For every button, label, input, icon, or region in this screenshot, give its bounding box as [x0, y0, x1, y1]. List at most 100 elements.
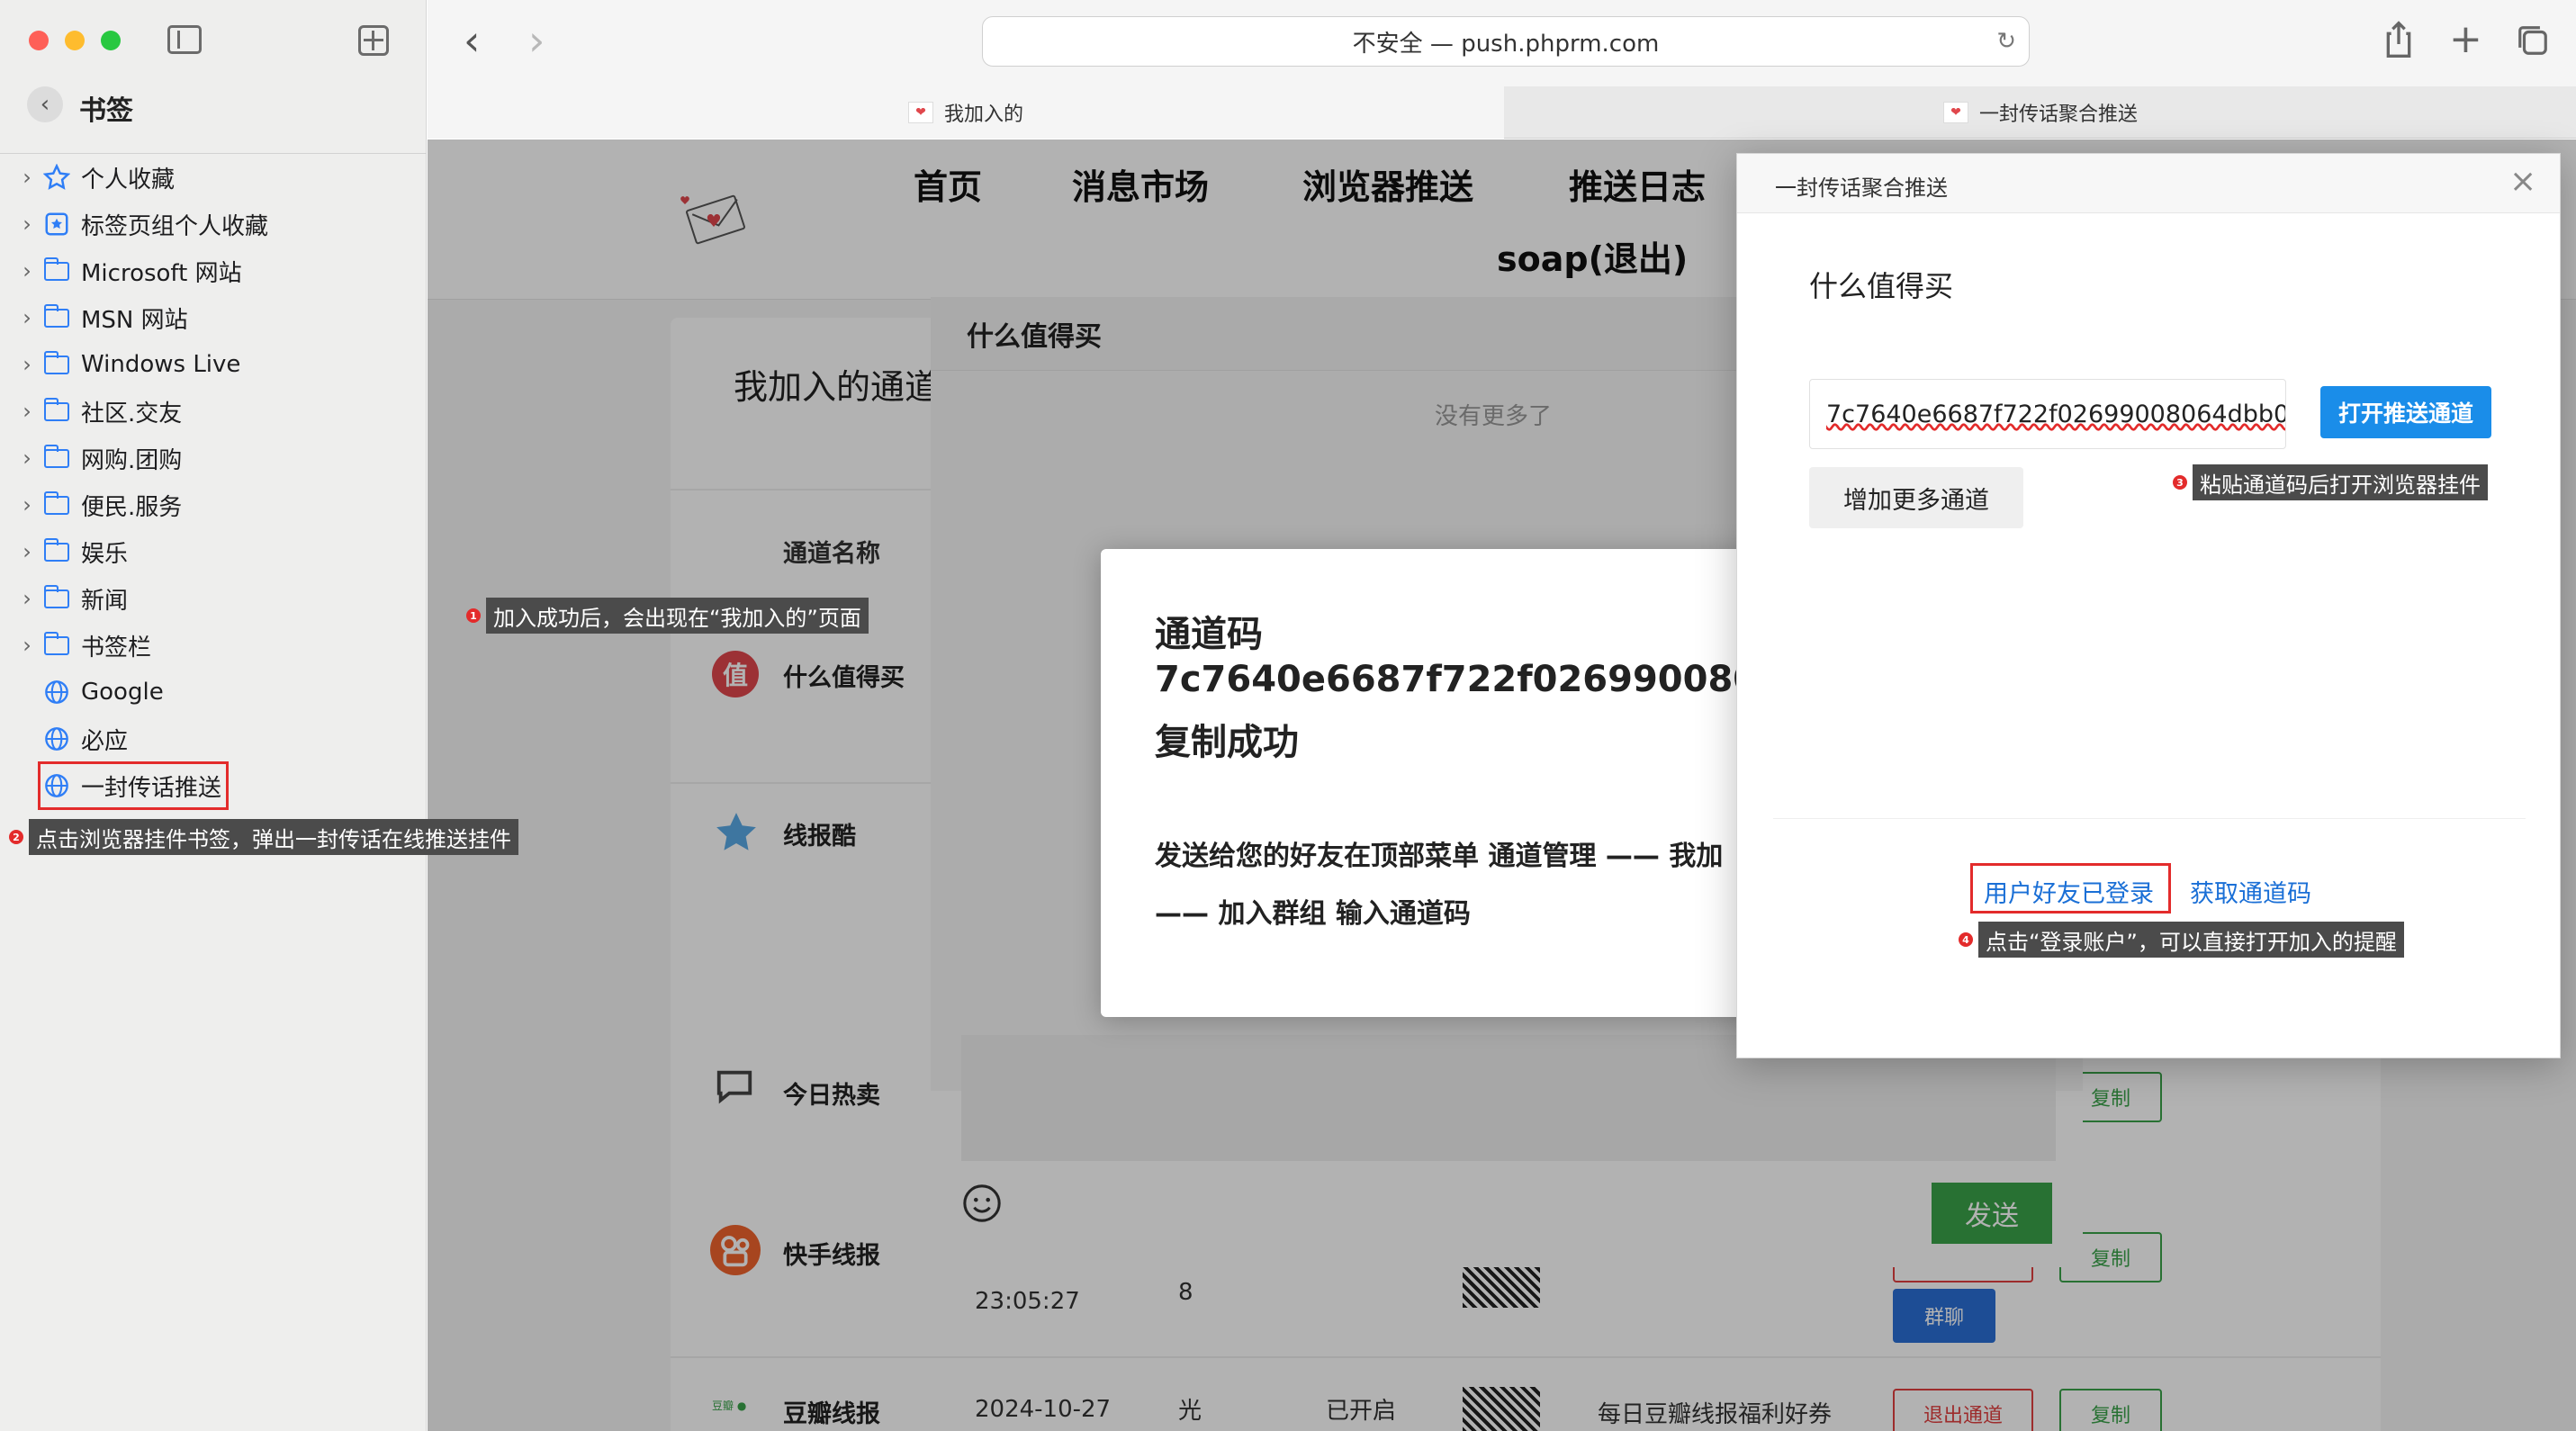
annotation-4: 4 点击“登录账户”，可以直接打开加入的提醒 [1959, 922, 2404, 958]
channel-name: 什么值得买 [1809, 269, 1954, 303]
folder-icon [41, 584, 72, 612]
chevron-right-icon[interactable]: › [18, 305, 36, 330]
close-window-button[interactable] [29, 31, 49, 50]
bookmark-label: Windows Live [81, 351, 241, 378]
bookmark-folder-entertainment[interactable]: › 娱乐 [0, 528, 427, 575]
bookmark-folder-social[interactable]: › 社区.交友 [0, 388, 427, 435]
bookmark-folder-msn[interactable]: › MSN 网站 [0, 294, 427, 341]
bookmark-label: 个人收藏 [81, 166, 176, 194]
bookmark-label: 必应 [81, 727, 129, 755]
chevron-right-icon[interactable]: › [18, 446, 36, 471]
bookmark-bing[interactable]: 必应 [0, 716, 427, 762]
sidebar-title: 书签 [79, 95, 133, 127]
chevron-right-icon[interactable]: › [18, 212, 36, 237]
annotation-2: 2 点击浏览器挂件书签，弹出一封传话在线推送挂件 [9, 819, 518, 855]
folder-icon [41, 397, 72, 425]
annotation-3: 3 粘贴通道码后打开浏览器挂件 [2173, 464, 2488, 500]
bookmark-google[interactable]: Google [0, 669, 427, 716]
new-tab-plus-icon[interactable]: + [2449, 16, 2482, 62]
annotation-badge: 3 [2173, 475, 2187, 490]
back-chevron-icon[interactable]: ‹ [27, 86, 63, 122]
minimize-window-button[interactable] [65, 31, 85, 50]
bookmark-label: 娱乐 [81, 540, 129, 568]
folder-icon [41, 631, 72, 659]
globe-icon [41, 725, 72, 752]
tab-bar: ❤ 我加入的 ❤ 一封传话聚合推送 [428, 86, 2576, 139]
annotation-badge: 1 [466, 608, 481, 623]
bookmark-label: MSN 网站 [81, 306, 188, 334]
user-logged-in-link[interactable]: 用户好友已登录 [1984, 874, 2154, 909]
code-instructions-2: —— 加入群组 输入通道码 [1155, 898, 1471, 930]
folder-icon [41, 537, 72, 565]
folder-icon [41, 490, 72, 518]
bookmark-folder-microsoft[interactable]: › Microsoft 网站 [0, 248, 427, 294]
code-title: 通道码 [1155, 614, 1263, 655]
tab-aggregate-push[interactable]: ❤ 一封传话聚合推送 [1505, 86, 2576, 139]
code-value: 7c7640e6687f722f0269900806 [1155, 659, 1783, 700]
get-channel-code-link[interactable]: 获取通道码 [2190, 874, 2311, 909]
tab-overview-icon[interactable] [2516, 23, 2550, 58]
extension-divider [1773, 818, 2526, 819]
bookmark-label: Google [81, 679, 164, 706]
bookmark-label: 新闻 [81, 587, 129, 615]
bookmark-folder-news[interactable]: › 新闻 [0, 575, 427, 622]
folder-icon [41, 444, 72, 472]
bookmark-label: 社区.交友 [81, 400, 183, 428]
chevron-right-icon[interactable]: › [18, 399, 36, 424]
annotation-badge: 4 [1959, 932, 1973, 947]
chevron-right-icon[interactable]: › [18, 165, 36, 190]
envelope-favicon-icon: ❤ [1942, 102, 1968, 123]
copy-success-text: 复制成功 [1155, 722, 1299, 763]
tab-my-joined[interactable]: ❤ 我加入的 [428, 86, 1504, 139]
annotation-badge: 2 [9, 830, 23, 844]
annotation-text: 点击浏览器挂件书签，弹出一封传话在线推送挂件 [29, 819, 518, 855]
chevron-right-icon[interactable]: › [18, 492, 36, 518]
annotation-text: 点击“登录账户”，可以直接打开加入的提醒 [1978, 922, 2404, 958]
bookmark-folder-tab-groups[interactable]: › 标签页组个人收藏 [0, 201, 427, 248]
annotation-1: 1 加入成功后，会出现在“我加入的”页面 [466, 598, 869, 634]
back-arrow-icon[interactable]: ‹ [464, 16, 480, 65]
address-bar[interactable]: 不安全 — push.phprm.com ↻ [982, 16, 2030, 67]
folder-icon [41, 256, 72, 284]
bookmark-label: 标签页组个人收藏 [81, 212, 269, 240]
extension-title: 一封传话聚合推送 [1775, 176, 1948, 201]
bookmark-folder-bookmarks-bar[interactable]: › 书签栏 [0, 622, 427, 669]
envelope-favicon-icon: ❤ [907, 102, 933, 123]
chevron-right-icon[interactable]: › [18, 258, 36, 284]
chevron-right-icon[interactable]: › [18, 539, 36, 564]
zoom-window-button[interactable] [101, 31, 121, 50]
url-text: 不安全 — push.phprm.com [1352, 30, 1660, 58]
bookmark-label: 书签栏 [81, 634, 152, 662]
share-icon[interactable] [2381, 20, 2417, 59]
sidebar-toggle-icon[interactable] [167, 25, 202, 54]
folder-icon [41, 350, 72, 378]
bookmark-folder-services[interactable]: › 便民.服务 [0, 482, 427, 528]
close-icon[interactable]: × [2509, 163, 2536, 200]
tab-label: 一封传话聚合推送 [1978, 104, 2138, 126]
forward-arrow-icon[interactable]: › [528, 16, 545, 65]
new-tab-group-icon[interactable] [358, 25, 389, 56]
chevron-right-icon[interactable]: › [18, 633, 36, 658]
folder-icon [41, 303, 72, 331]
chevron-right-icon[interactable]: › [18, 586, 36, 611]
annotation-text: 粘贴通道码后打开浏览器挂件 [2193, 464, 2488, 500]
bookmark-folder-windows-live[interactable]: › Windows Live [0, 341, 427, 388]
bookmark-label: 网购.团购 [81, 446, 183, 474]
tab-group-icon [41, 211, 72, 238]
channel-code-input[interactable]: 7c7640e6687f722f02699008064dbb0 [1809, 379, 2286, 449]
bookmark-label: Microsoft 网站 [81, 259, 242, 287]
chevron-right-icon[interactable]: › [18, 352, 36, 377]
bookmark-label: 便民.服务 [81, 493, 183, 521]
star-icon [41, 164, 72, 191]
tab-label: 我加入的 [943, 104, 1023, 126]
bookmark-folder-shopping[interactable]: › 网购.团购 [0, 435, 427, 482]
globe-icon [41, 679, 72, 706]
reload-icon[interactable]: ↻ [1996, 28, 2016, 55]
bookmarks-sidebar: ‹ 书签 › 个人收藏 › 标签页组个人收藏 › Microsoft 网站 › … [0, 0, 427, 1431]
bookmark-folder-favorites[interactable]: › 个人收藏 [0, 154, 427, 201]
highlight-box [38, 761, 229, 810]
annotation-text: 加入成功后，会出现在“我加入的”页面 [486, 598, 869, 634]
code-instructions-1: 发送给您的好友在顶部菜单 通道管理 —— 我加 [1155, 841, 1724, 872]
open-push-channel-button[interactable]: 打开推送通道 [2320, 386, 2491, 438]
add-more-channels-button[interactable]: 增加更多通道 [1809, 467, 2023, 528]
